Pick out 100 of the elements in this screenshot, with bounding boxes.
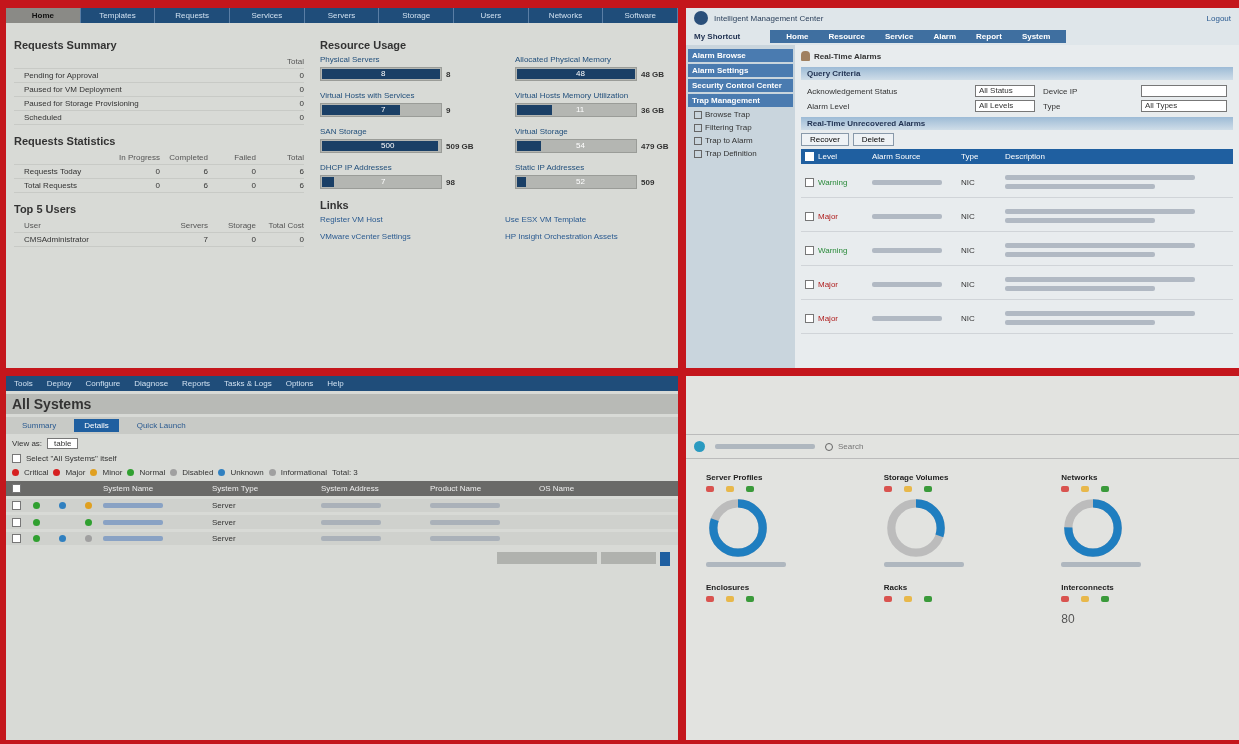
sidebar-item[interactable]: Filtering Trap	[688, 122, 793, 133]
sidebar-section[interactable]: Security Control Center	[688, 79, 793, 92]
checkbox[interactable]	[12, 533, 21, 543]
checkbox[interactable]	[12, 501, 21, 511]
alarm-level: Major	[818, 211, 839, 221]
meter-value: 98	[446, 177, 455, 187]
card-title[interactable]: Interconnects	[1061, 583, 1219, 593]
tab[interactable]: Templates	[80, 8, 156, 23]
menu-item[interactable]: Help	[327, 379, 344, 388]
blurred-text	[872, 281, 942, 287]
menu-item[interactable]: System	[1021, 32, 1051, 41]
section-header: Query Criteria	[801, 67, 1233, 80]
sidebar-item[interactable]: Trap to Alarm	[688, 135, 793, 146]
link[interactable]: Use ESX VM Template	[505, 215, 670, 224]
menu-item[interactable]: Alarm	[933, 32, 957, 41]
shortcut-link[interactable]: My Shortcut	[694, 32, 741, 41]
bar-value: 54	[576, 141, 585, 150]
link[interactable]: Register VM Host	[320, 215, 485, 224]
table-cell-text: 6	[298, 181, 304, 190]
section-title: Top 5 Users	[14, 203, 78, 215]
blurred-text	[872, 179, 942, 185]
card-title[interactable]: Enclosures	[706, 583, 864, 593]
tab[interactable]: Home	[6, 8, 81, 23]
sidebar-section[interactable]: Alarm Browse	[688, 49, 793, 62]
dropdown[interactable]: All Types	[1141, 100, 1227, 112]
tab[interactable]: Software	[603, 8, 678, 23]
tab[interactable]: Servers	[304, 8, 380, 23]
checkbox[interactable]	[805, 177, 814, 187]
meter-label: Virtual Hosts Memory Utilization	[515, 91, 630, 100]
toolbar-button[interactable]: Recover	[801, 133, 849, 146]
sidebar-section[interactable]: Trap Management	[688, 94, 793, 107]
tab[interactable]: Users	[454, 8, 529, 23]
dropdown[interactable]: table	[47, 438, 79, 449]
menu-item[interactable]: Report	[976, 32, 1002, 41]
search-field[interactable]: Search	[836, 441, 900, 452]
table-cell-text: Scheduled	[23, 113, 63, 122]
dropdown[interactable]: All Levels	[975, 100, 1035, 112]
tab[interactable]: Requests	[155, 8, 230, 23]
menu-item[interactable]: Reports	[182, 379, 211, 388]
meter-value: 9	[446, 105, 451, 115]
checkbox[interactable]	[805, 245, 814, 255]
card-title[interactable]: Racks	[883, 583, 1042, 593]
checkbox[interactable]	[805, 211, 814, 221]
header-link[interactable]: Logout	[1206, 13, 1231, 23]
dropdown[interactable]: All Status	[975, 85, 1035, 97]
menu-item[interactable]: Resource	[828, 32, 865, 41]
count-value: 80	[1061, 612, 1076, 627]
tab[interactable]: Services	[230, 8, 305, 23]
table-cell-text: Server	[212, 517, 237, 527]
meter-label: Static IP Addresses	[515, 163, 586, 172]
button[interactable]	[660, 552, 670, 567]
checkbox[interactable]	[12, 484, 21, 493]
column-header: Storage	[226, 221, 256, 230]
table-cell-text: 0	[298, 235, 304, 244]
menu-item[interactable]: Tools	[14, 379, 33, 388]
tab[interactable]: Storage	[379, 8, 455, 23]
menu-item[interactable]: Diagnose	[134, 379, 169, 388]
field-label: Device IP	[1043, 86, 1079, 96]
menu-item[interactable]: Options	[285, 379, 314, 388]
column-header: Total	[286, 57, 304, 66]
checkbox[interactable]	[805, 313, 814, 323]
page-title: All Systems	[6, 394, 678, 414]
menu-item[interactable]: Tasks & Logs	[224, 379, 272, 388]
checkbox[interactable]	[12, 517, 21, 527]
link[interactable]: VMware vCenter Settings	[320, 232, 485, 241]
menu-item[interactable]: Deploy	[46, 379, 72, 388]
sidebar-section[interactable]: Alarm Settings	[688, 64, 793, 77]
tab[interactable]: Networks	[528, 8, 604, 23]
donut-chart	[706, 496, 770, 560]
meter-label: Physical Servers	[320, 55, 381, 64]
column-header: In Progress	[118, 153, 160, 162]
sidebar-item[interactable]: Trap Definition	[688, 148, 793, 159]
legend-label: Major	[65, 468, 86, 477]
card-title[interactable]: Server Profiles	[706, 473, 864, 482]
status-icon	[746, 486, 754, 492]
menu-item[interactable]: Configure	[85, 379, 121, 388]
legend-label: Disabled	[182, 468, 214, 477]
tab[interactable]: Summary	[12, 419, 67, 432]
menu-item[interactable]: Home	[786, 32, 809, 41]
menu-item[interactable]: Service	[884, 32, 914, 41]
table-cell-text: Server	[212, 501, 237, 511]
toolbar-button[interactable]: Delete	[852, 133, 894, 146]
status-icon	[706, 486, 714, 492]
sidebar-item[interactable]: Browse Trap	[688, 109, 793, 120]
column-header: Level	[818, 152, 839, 161]
card-title[interactable]: Storage Volumes	[883, 473, 1042, 482]
meter-label: Allocated Physical Memory	[515, 55, 613, 64]
status-icon	[726, 596, 734, 603]
dropdown[interactable]	[1141, 85, 1227, 97]
blurred-text	[430, 519, 500, 525]
tab[interactable]: Details	[74, 419, 119, 432]
table-cell-text: 0	[298, 99, 304, 108]
checkbox[interactable]	[12, 454, 21, 463]
card-title[interactable]: Networks	[1061, 473, 1219, 482]
checkbox[interactable]	[805, 279, 814, 289]
table-cell-text: 0	[298, 85, 304, 94]
tab[interactable]: Quick Launch	[126, 419, 196, 432]
table-cell-text: 0	[250, 167, 256, 176]
bar-value: 8	[381, 69, 386, 78]
link[interactable]: HP Insight Orchestration Assets	[505, 232, 670, 241]
